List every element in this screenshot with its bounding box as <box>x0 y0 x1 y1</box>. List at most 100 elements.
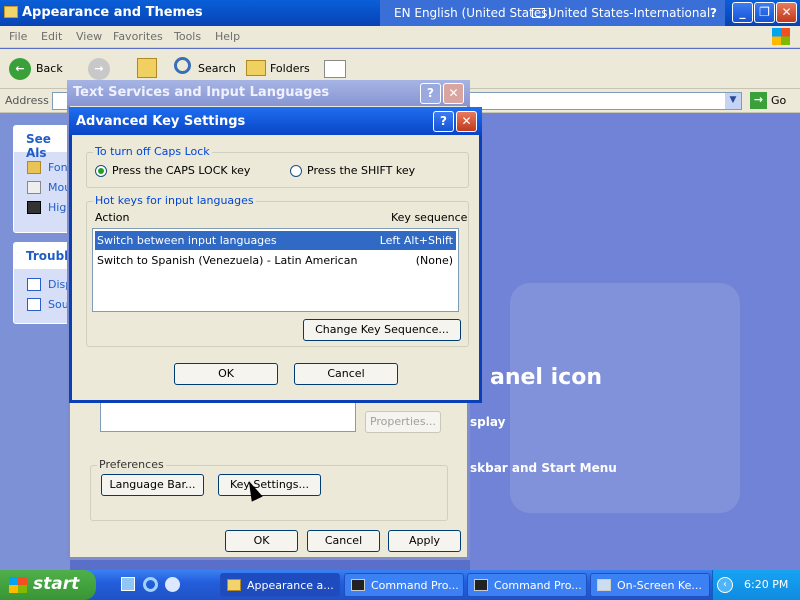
keyboard-layout[interactable]: United States-International <box>548 6 710 20</box>
text-services-title-bar[interactable]: Text Services and Input Languages ? ✕ <box>67 80 470 106</box>
keyboard-icon <box>597 579 611 591</box>
folder-icon <box>227 579 241 591</box>
troubleshooters-panel: Trouble Disp Sou <box>13 242 76 324</box>
see-also-mouse-link[interactable]: Mou <box>14 178 72 198</box>
language-indicator[interactable]: EN English (United States) <box>394 6 552 20</box>
back-button[interactable]: Back <box>36 62 63 75</box>
task-on-screen-keyboard[interactable]: On-Screen Ke... <box>590 573 710 597</box>
menu-edit[interactable]: Edit <box>41 30 62 43</box>
help-icon <box>27 278 41 291</box>
caps-lock-group-label: To turn off Caps Lock <box>93 145 212 158</box>
taskbar-link[interactable]: skbar and Start Menu <box>470 461 617 475</box>
folders-button[interactable]: Folders <box>270 62 310 75</box>
go-button[interactable]: Go <box>771 94 786 107</box>
see-also-fonts-link[interactable]: Fon <box>14 158 72 178</box>
see-also-panel: See Als Fon Mou High <box>13 125 73 233</box>
search-button[interactable]: Search <box>198 62 236 75</box>
row-sequence: Left Alt+Shift <box>379 234 453 247</box>
windows-logo-icon <box>9 577 27 593</box>
installed-services-list[interactable] <box>100 400 356 432</box>
ok-button[interactable]: OK <box>225 530 298 552</box>
apply-button[interactable]: Apply <box>388 530 461 552</box>
row-action: Switch between input languages <box>97 234 277 247</box>
troubleshoot-sound-link[interactable]: Sou <box>14 295 72 315</box>
caps-lock-radio[interactable] <box>95 165 107 177</box>
internet-explorer-icon[interactable] <box>143 577 158 592</box>
back-arrow-icon[interactable]: ← <box>9 58 31 80</box>
shift-radio[interactable] <box>290 165 302 177</box>
caps-lock-option-label[interactable]: Press the CAPS LOCK key <box>112 164 250 177</box>
mouse-icon <box>27 181 41 194</box>
list-item[interactable]: Switch to Spanish (Venezuela) - Latin Am… <box>95 251 456 270</box>
task-pane: See Als Fon Mou High Trouble Disp Sou <box>0 113 76 570</box>
command-prompt-icon <box>351 579 365 591</box>
close-button[interactable]: ✕ <box>443 83 464 104</box>
troubleshoot-display-link[interactable]: Disp <box>14 275 72 295</box>
display-link[interactable]: splay <box>470 415 505 429</box>
row-action: Switch to Spanish (Venezuela) - Latin Am… <box>97 254 358 267</box>
shift-option-label[interactable]: Press the SHIFT key <box>307 164 415 177</box>
minimize-button[interactable]: _ <box>732 2 753 23</box>
start-button[interactable]: start <box>0 570 96 600</box>
folder-icon <box>4 6 18 18</box>
up-folder-icon[interactable] <box>137 58 157 78</box>
menu-bar: File Edit View Favorites Tools Help <box>0 26 800 48</box>
watermark-check-icon <box>510 283 740 513</box>
main-content: anel icon splay skbar and Start Menu <box>470 113 800 570</box>
text-services-title: Text Services and Input Languages <box>73 85 330 100</box>
desktop-icon[interactable] <box>121 577 135 591</box>
dropdown-arrow-icon[interactable]: ▼ <box>725 93 741 109</box>
properties-button[interactable]: Properties... <box>365 411 441 433</box>
explorer-title: Appearance and Themes <box>22 5 203 20</box>
language-bar-button[interactable]: Language Bar... <box>101 474 204 496</box>
advanced-title-bar[interactable]: Advanced Key Settings ? ✕ <box>69 107 482 135</box>
link-label: Sou <box>48 298 69 311</box>
menu-view[interactable]: View <box>76 30 102 43</box>
cancel-button[interactable]: Cancel <box>307 530 380 552</box>
hot-keys-group-label: Hot keys for input languages <box>93 194 256 207</box>
list-item[interactable]: Switch between input languages Left Alt+… <box>95 231 456 250</box>
windows-logo-icon <box>772 28 790 45</box>
ok-button[interactable]: OK <box>174 363 278 385</box>
help-button[interactable]: ? <box>433 111 454 132</box>
key-settings-button[interactable]: Key Settings... <box>218 474 321 496</box>
menu-file[interactable]: File <box>9 30 27 43</box>
help-button[interactable]: ? <box>420 83 441 104</box>
views-icon[interactable] <box>324 60 346 78</box>
close-button[interactable]: ✕ <box>776 2 797 23</box>
help-icon <box>27 298 41 311</box>
keyboard-icon <box>532 8 545 18</box>
task-command-prompt-2[interactable]: Command Pro... <box>467 573 587 597</box>
go-arrow-icon[interactable]: → <box>750 92 767 109</box>
menu-tools[interactable]: Tools <box>174 30 201 43</box>
task-appearance[interactable]: Appearance a... <box>220 573 340 597</box>
menu-help[interactable]: Help <box>215 30 240 43</box>
task-label: On-Screen Ke... <box>617 579 702 592</box>
change-key-sequence-button[interactable]: Change Key Sequence... <box>303 319 461 341</box>
troubleshooters-heading: Trouble <box>14 243 76 269</box>
search-icon <box>174 57 191 74</box>
forward-arrow-icon[interactable]: → <box>88 58 110 80</box>
row-sequence: (None) <box>415 254 453 267</box>
action-column-header: Action <box>95 211 130 224</box>
close-button[interactable]: ✕ <box>456 111 477 132</box>
cancel-button[interactable]: Cancel <box>294 363 398 385</box>
advanced-title: Advanced Key Settings <box>76 114 246 129</box>
hot-keys-list[interactable]: Switch between input languages Left Alt+… <box>92 228 459 312</box>
help-icon[interactable]: ? <box>710 6 717 20</box>
explorer-title-bar[interactable]: Appearance and Themes EN English (United… <box>0 0 800 26</box>
maximize-button[interactable]: ❐ <box>754 2 775 23</box>
clock[interactable]: 6:20 PM <box>744 578 788 591</box>
system-tray: ‹ 6:20 PM <box>712 570 800 600</box>
command-prompt-icon <box>474 579 488 591</box>
menu-favorites[interactable]: Favorites <box>113 30 163 43</box>
main-heading: anel icon <box>490 365 602 390</box>
task-label: Appearance a... <box>247 579 334 592</box>
media-player-icon[interactable] <box>165 577 180 592</box>
see-also-high-contrast-link[interactable]: High <box>14 198 73 218</box>
folders-icon <box>246 60 266 76</box>
chevron-left-icon[interactable]: ‹ <box>717 577 733 593</box>
fonts-icon <box>27 161 41 174</box>
language-bar[interactable]: EN English (United States) United States… <box>380 0 725 26</box>
task-command-prompt-1[interactable]: Command Pro... <box>344 573 464 597</box>
